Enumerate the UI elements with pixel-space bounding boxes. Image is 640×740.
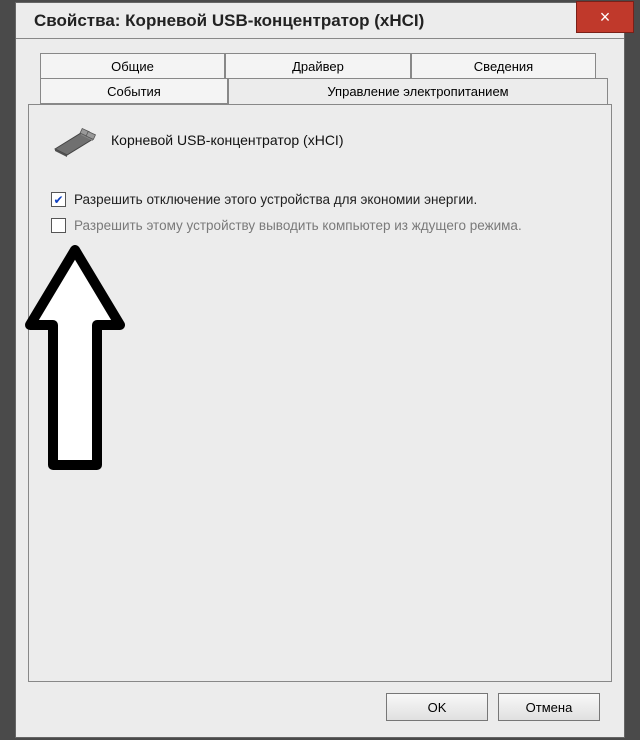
allow-wake-row: Разрешить этому устройству выводить комп… bbox=[51, 217, 595, 235]
window-chrome: Свойства: Корневой USB-концентратор (xHC… bbox=[15, 2, 625, 738]
tab-power-management[interactable]: Управление электропитанием bbox=[228, 78, 608, 104]
allow-power-off-label: Разрешить отключение этого устройства дл… bbox=[74, 191, 477, 209]
allow-wake-label: Разрешить этому устройству выводить комп… bbox=[74, 217, 522, 235]
close-button[interactable]: × bbox=[576, 1, 634, 33]
tab-events[interactable]: События bbox=[40, 78, 228, 104]
allow-power-off-checkbox[interactable] bbox=[51, 192, 66, 207]
tab-general[interactable]: Общие bbox=[40, 53, 225, 79]
tabstrip: Общие Драйвер Сведения События Управлени… bbox=[28, 53, 612, 105]
ok-button[interactable]: OK bbox=[386, 693, 488, 721]
close-icon: × bbox=[600, 7, 611, 28]
tab-details[interactable]: Сведения bbox=[411, 53, 596, 79]
power-management-panel: Корневой USB-концентратор (xHCI) Разреши… bbox=[28, 104, 612, 682]
window-title: Свойства: Корневой USB-концентратор (xHC… bbox=[34, 11, 424, 31]
dialog-content: Общие Драйвер Сведения События Управлени… bbox=[28, 53, 612, 682]
usb-hub-icon bbox=[51, 123, 97, 157]
titlebar[interactable]: Свойства: Корневой USB-концентратор (xHC… bbox=[16, 3, 624, 39]
device-header: Корневой USB-концентратор (xHCI) bbox=[51, 123, 595, 157]
dialog-footer: OK Отмена bbox=[386, 693, 600, 721]
allow-wake-checkbox[interactable] bbox=[51, 218, 66, 233]
allow-power-off-row: Разрешить отключение этого устройства дл… bbox=[51, 191, 595, 209]
cancel-button[interactable]: Отмена bbox=[498, 693, 600, 721]
device-name: Корневой USB-концентратор (xHCI) bbox=[111, 132, 343, 148]
tab-driver[interactable]: Драйвер bbox=[225, 53, 411, 79]
properties-window: Свойства: Корневой USB-концентратор (xHC… bbox=[3, 0, 637, 740]
